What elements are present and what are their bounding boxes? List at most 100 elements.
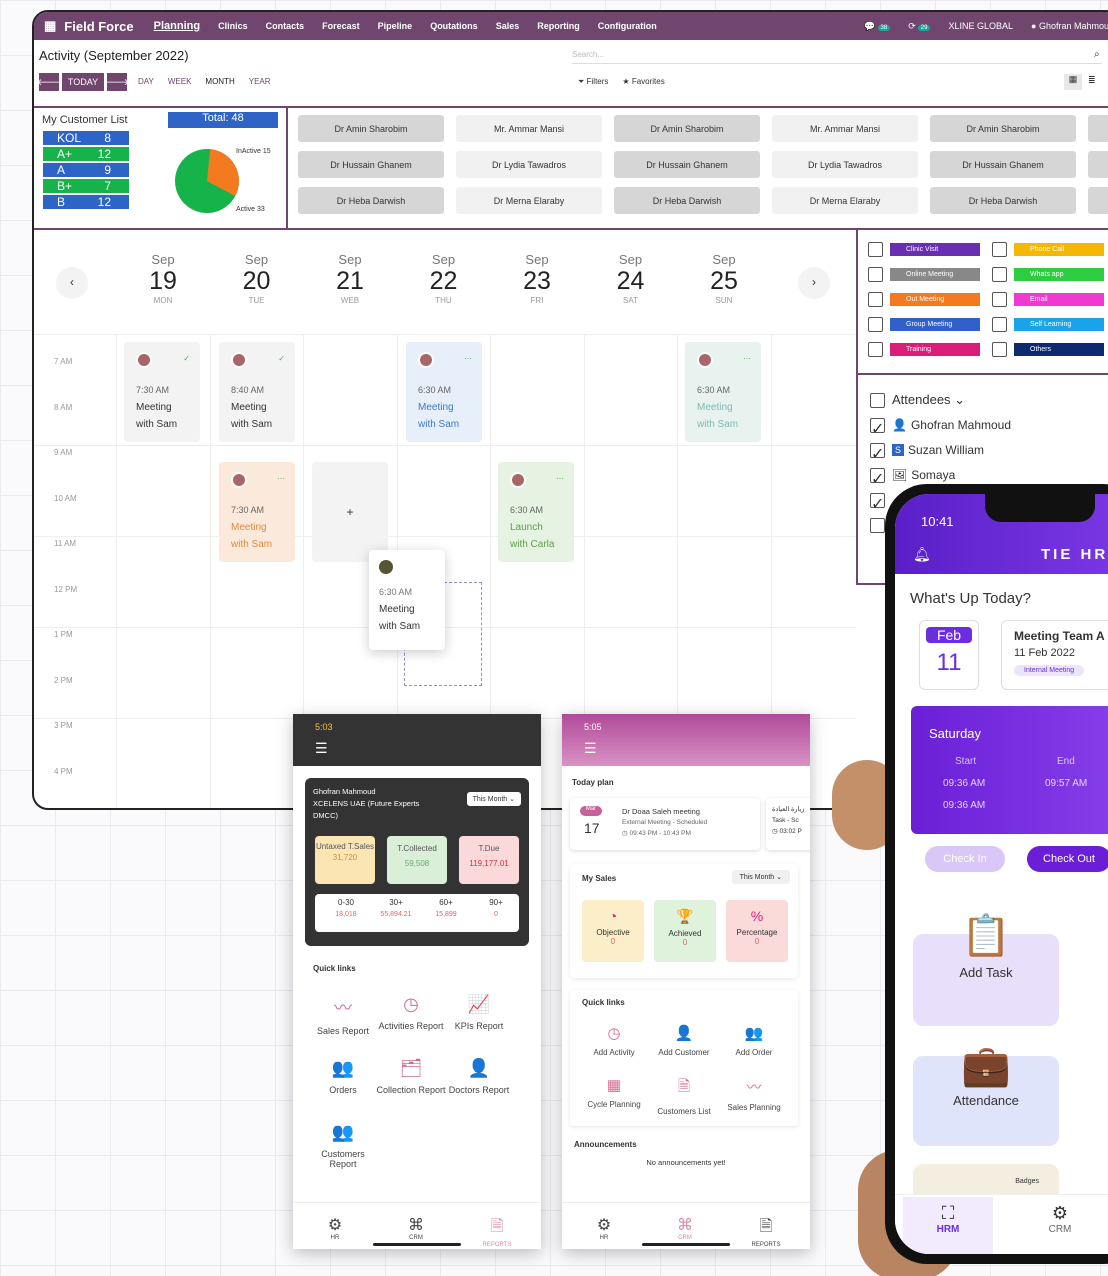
quick-link[interactable]: 👥 Customers Report: [308, 1122, 378, 1169]
nav-configuration[interactable]: Configuration: [598, 21, 657, 31]
legend-checkbox[interactable]: [868, 292, 883, 307]
next-week-button[interactable]: ›: [798, 267, 830, 299]
legend-checkbox[interactable]: [992, 317, 1007, 332]
add-event-slot[interactable]: +: [312, 462, 388, 562]
day-header[interactable]: Sep 25 SUN: [694, 252, 754, 305]
attendee-checkbox[interactable]: [870, 518, 885, 533]
bell-icon[interactable]: 🔔︎: [913, 546, 931, 563]
doctor-chip[interactable]: Mr. Ammar Mansi: [456, 115, 602, 142]
nav-quotations[interactable]: Qoutations: [430, 21, 478, 31]
day-header[interactable]: Sep 24 SAT: [601, 252, 661, 305]
day-header[interactable]: Sep 21 WEB: [320, 252, 380, 305]
view-year[interactable]: YEAR: [249, 77, 271, 86]
doctor-chip[interactable]: Dr Amin Sharobim: [930, 115, 1076, 142]
view-week[interactable]: WEEK: [168, 77, 192, 86]
legend-item[interactable]: Clinic Visit: [890, 243, 980, 256]
event-card[interactable]: ✓ 7:30 AM Meeting with Sam: [124, 342, 200, 442]
nav-contacts[interactable]: Contacts: [266, 21, 305, 31]
legend-checkbox[interactable]: [868, 342, 883, 357]
filters-button[interactable]: ⏷ Filters: [578, 77, 608, 87]
doctor-chip[interactable]: Dr Lydia Tawadros: [772, 151, 918, 178]
doctor-chip[interactable]: [1088, 115, 1108, 142]
event-card[interactable]: ⋯ 6:30 AM Launch with Carla: [498, 462, 574, 562]
nav-clinics[interactable]: Clinics: [218, 21, 248, 31]
view-day[interactable]: DAY: [138, 77, 154, 86]
doctor-chip[interactable]: Dr Hussain Ghanem: [298, 151, 444, 178]
tab-hrm[interactable]: ⛶ HRM: [903, 1197, 993, 1254]
legend-item[interactable]: Group Meeting: [890, 318, 980, 331]
period-select[interactable]: This Month ⌄: [731, 870, 790, 884]
quick-link[interactable]: ▦ Cycle Planning: [578, 1076, 650, 1109]
legend-item[interactable]: Whats app: [1014, 268, 1104, 281]
activity-icon[interactable]: ⟳ 29: [908, 21, 931, 32]
legend-item[interactable]: Self Learning: [1014, 318, 1104, 331]
legend-item[interactable]: Training: [890, 343, 980, 356]
menu-icon[interactable]: ☰: [584, 740, 788, 757]
legend-item[interactable]: Online Meeting: [890, 268, 980, 281]
messages-icon[interactable]: 💬 38: [864, 21, 891, 32]
event-card[interactable]: ⋯ 6:30 AM Meeting with Sam: [685, 342, 761, 442]
search-input[interactable]: Search...: [572, 50, 1102, 64]
attendees-title[interactable]: Attendees ⌄: [892, 392, 965, 408]
legend-item[interactable]: Email: [1014, 293, 1104, 306]
favorites-button[interactable]: ★ Favorites: [622, 77, 664, 87]
nav-sales[interactable]: Sales: [496, 21, 520, 31]
attendees-checkbox[interactable]: [870, 393, 885, 408]
calendar-view-icon[interactable]: ▦: [1064, 74, 1082, 90]
doctor-chip[interactable]: Dr Heba Darwish: [614, 187, 760, 214]
event-card[interactable]: ✓ 8:40 AM Meeting with Sam: [219, 342, 295, 442]
period-select[interactable]: This Month ⌄: [466, 792, 521, 806]
quick-link[interactable]: 📈 KPIs Report: [444, 994, 514, 1031]
doctor-chip[interactable]: [1088, 151, 1108, 178]
task-card[interactable]: زيارة العيادة Task - Sc ◷ 03:02 P: [766, 798, 810, 850]
tab-hr[interactable]: ⚙ HR: [584, 1215, 624, 1241]
doctor-chip[interactable]: Mr. Ammar Mansi: [772, 115, 918, 142]
check-in-button[interactable]: Check In: [925, 846, 1005, 872]
day-header[interactable]: Sep 19 MON: [133, 252, 193, 305]
tab-crm[interactable]: ⌘ CRM: [665, 1215, 705, 1241]
nav-reporting[interactable]: Reporting: [537, 21, 580, 31]
nav-forecast[interactable]: Forecast: [322, 21, 360, 31]
legend-checkbox[interactable]: [868, 317, 883, 332]
quick-link[interactable]: 〰 Sales Report: [308, 994, 378, 1036]
legend-checkbox[interactable]: [992, 267, 1007, 282]
legend-checkbox[interactable]: [868, 267, 883, 282]
prev-week-button[interactable]: ‹: [56, 267, 88, 299]
today-button[interactable]: TODAY: [62, 73, 104, 91]
day-header[interactable]: Sep 22 THU: [414, 252, 474, 305]
tab-crm[interactable]: ⚙ CRM: [1015, 1197, 1105, 1254]
tab-hr[interactable]: ⚙ HR: [315, 1215, 355, 1241]
quick-link[interactable]: 👤 Doctors Report: [444, 1058, 514, 1095]
quick-link[interactable]: ◷ Activities Report: [376, 994, 446, 1031]
quick-link[interactable]: 👥 Orders: [308, 1058, 378, 1095]
nav-planning[interactable]: Planning: [154, 20, 200, 32]
check-out-button[interactable]: Check Out: [1027, 846, 1108, 872]
doctor-chip[interactable]: Dr Heba Darwish: [298, 187, 444, 214]
legend-item[interactable]: Others: [1014, 343, 1104, 356]
tab-reports[interactable]: 🗎 REPORTS: [477, 1215, 517, 1248]
quick-link[interactable]: 🗂 Collection Report: [376, 1058, 446, 1095]
quick-link[interactable]: 〰 Sales Planning: [718, 1076, 790, 1112]
add-task-tile[interactable]: 📋 Add Task: [913, 914, 1059, 1026]
doctor-chip[interactable]: Dr Hussain Ghanem: [614, 151, 760, 178]
menu-icon[interactable]: ☰: [315, 740, 519, 757]
apps-grid-icon[interactable]: ▦: [44, 18, 56, 34]
quick-link[interactable]: 🗎 Customers List: [648, 1076, 720, 1116]
doctor-chip[interactable]: Dr Merna Elaraby: [772, 187, 918, 214]
attendance-tile[interactable]: 💼 Attendance: [913, 1044, 1059, 1146]
doctor-chip[interactable]: [1088, 187, 1108, 214]
view-month[interactable]: MONTH: [205, 77, 234, 86]
attendee-checkbox[interactable]: ✓: [870, 443, 885, 463]
legend-item[interactable]: Out Meeting: [890, 293, 980, 306]
user-menu[interactable]: ● Ghofran Mahmoud: [1031, 21, 1108, 31]
attendee-checkbox[interactable]: ✓: [870, 493, 885, 513]
doctor-chip[interactable]: Dr Merna Elaraby: [456, 187, 602, 214]
doctor-chip[interactable]: Dr Amin Sharobim: [298, 115, 444, 142]
tab-crm[interactable]: ⌘ CRM: [396, 1215, 436, 1241]
legend-item[interactable]: Phone Call: [1014, 243, 1104, 256]
quick-link[interactable]: 👤 Add Customer: [648, 1024, 720, 1057]
legend-checkbox[interactable]: [992, 242, 1007, 257]
list-view-icon[interactable]: ≣: [1088, 75, 1096, 86]
legend-checkbox[interactable]: [868, 242, 883, 257]
legend-checkbox[interactable]: [992, 342, 1007, 357]
